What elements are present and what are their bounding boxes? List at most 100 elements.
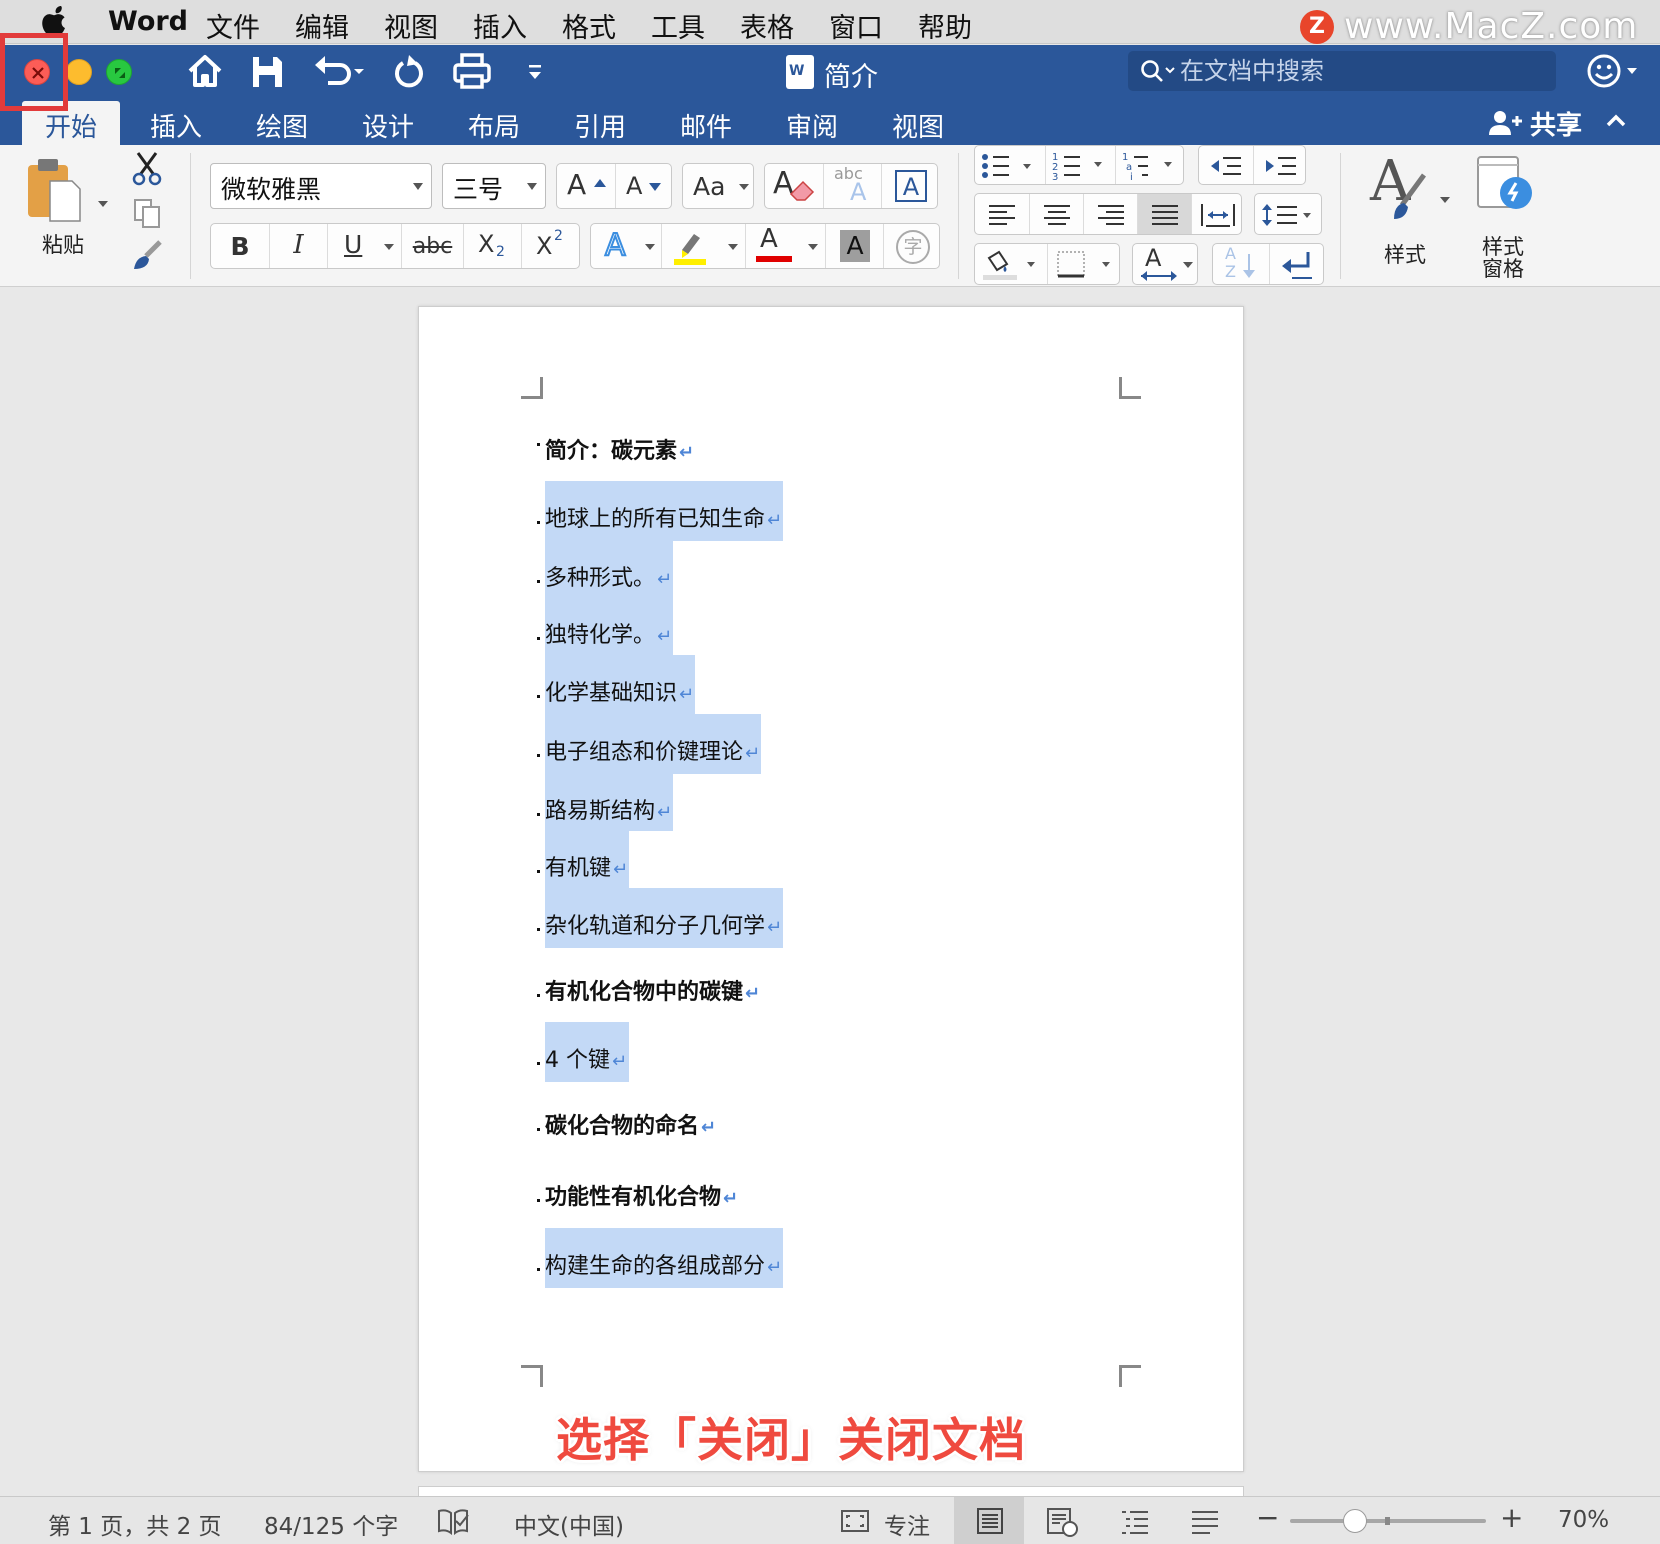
zoom-out-button[interactable]: − [1256,1501,1279,1534]
print-layout-view-button[interactable] [954,1497,1024,1544]
page-info[interactable]: 第 1 页，共 2 页 [48,1507,222,1541]
list-paragraph[interactable]: 化学基础知识 ↵ [537,675,694,707]
subscript-button[interactable]: X 2 [463,224,521,268]
multilevel-list-button[interactable]: 1ai [1115,146,1185,184]
list-paragraph[interactable]: 4 个键 ↵ [537,1042,627,1074]
tab-layout[interactable]: 布局 [468,107,520,144]
grow-font-button[interactable]: A [557,164,615,208]
align-center-button[interactable] [1029,194,1083,234]
language[interactable]: 中文(中国) [514,1507,624,1541]
share-button[interactable]: 共享 [1488,101,1588,145]
cut-button[interactable] [130,151,166,187]
menu-help[interactable]: 帮助 [918,6,972,45]
menu-tools[interactable]: 工具 [651,6,705,45]
font-name-select[interactable]: 微软雅黑 [210,163,432,209]
zoom-in-button[interactable]: + [1500,1501,1523,1534]
increase-indent-button[interactable] [1253,146,1307,184]
tab-insert[interactable]: 插入 [150,107,202,144]
borders-button[interactable] [1047,244,1121,284]
menu-view[interactable]: 视图 [384,6,438,45]
line-spacing-button[interactable] [1254,193,1322,235]
tab-mailings[interactable]: 邮件 [680,107,732,144]
phonetic-guide-button[interactable]: abc A [823,164,881,208]
fullscreen-window-button[interactable] [106,59,132,85]
outline-view-icon[interactable] [1120,1509,1150,1535]
zoom-slider-knob[interactable] [1342,1509,1367,1533]
font-size-select[interactable]: 三号 [442,163,546,209]
heading-paragraph[interactable]: 简介：碳元素 ↵ [537,433,694,465]
tab-view[interactable]: 视图 [892,107,944,144]
web-layout-icon[interactable] [1046,1507,1080,1537]
character-shading-button[interactable]: A [825,224,883,268]
menu-app-name[interactable]: Word [108,6,188,37]
draft-view-icon[interactable] [1190,1509,1220,1535]
document-page[interactable]: 简介：碳元素 ↵ 地球上的所有已知生命 ↵ 多种形式。 ↵ 独特化学。 ↵ 化学基础知识 ↵ 电子组… [418,306,1244,1472]
menu-window[interactable]: 窗口 [829,6,883,45]
bullets-button[interactable] [975,146,1045,184]
change-case-button[interactable]: Aa [682,163,754,209]
menu-file[interactable]: 文件 [206,6,260,45]
styles-pane-button[interactable]: 样式 窗格 [1462,153,1562,283]
list-paragraph[interactable]: 独特化学。 ↵ [537,617,672,649]
font-color-button[interactable]: A [745,224,825,268]
minimize-window-button[interactable] [66,59,92,85]
enclose-characters-button[interactable]: 字 [883,224,941,268]
menu-edit[interactable]: 编辑 [295,6,349,45]
superscript-button[interactable]: X 2 [521,224,581,268]
list-paragraph[interactable]: 有机键 ↵ [537,850,628,882]
list-paragraph[interactable]: 构建生命的各组成部分 ↵ [537,1248,782,1280]
tab-references[interactable]: 引用 [574,107,626,144]
feedback-button[interactable] [1586,53,1646,97]
list-paragraph[interactable]: 地球上的所有已知生命 ↵ [537,501,782,533]
shading-button[interactable] [975,244,1047,284]
list-paragraph[interactable]: 电子组态和价键理论 ↵ [537,734,760,766]
list-paragraph[interactable]: 路易斯结构 ↵ [537,793,672,825]
styles-button[interactable]: A 样式 [1360,149,1456,277]
tab-draw[interactable]: 绘图 [256,107,308,144]
home-button[interactable] [186,51,224,93]
strikethrough-button[interactable]: abc [401,224,463,268]
sort-button[interactable]: A Z [1213,244,1269,284]
decrease-indent-button[interactable] [1199,146,1253,184]
distributed-button[interactable] [1191,194,1243,234]
customize-toolbar-button[interactable] [526,51,544,93]
tab-design[interactable]: 设计 [362,107,414,144]
numbering-button[interactable]: 123 [1045,146,1115,184]
menu-table[interactable]: 表格 [740,6,794,45]
shrink-font-button[interactable]: A [615,164,673,208]
heading-paragraph[interactable]: 功能性有机化合物 ↵ [537,1179,738,1211]
document-area[interactable]: 简介：碳元素 ↵ 地球上的所有已知生命 ↵ 多种形式。 ↵ 独特化学。 ↵ 化学基础知识 ↵ 电子组… [0,288,1660,1506]
clear-formatting-button[interactable]: A [765,164,823,208]
bold-button[interactable]: B [211,224,269,268]
asian-layout-button[interactable]: A [1132,243,1198,285]
redo-button[interactable] [390,51,428,93]
collapse-ribbon-button[interactable] [1604,109,1628,137]
heading-paragraph[interactable]: 有机化合物中的碳键 ↵ [537,974,760,1006]
character-border-button[interactable]: A [881,164,939,208]
list-paragraph[interactable]: 多种形式。 ↵ [537,560,672,592]
align-left-button[interactable] [975,194,1029,234]
search-box[interactable] [1128,51,1556,91]
save-button[interactable] [250,51,284,93]
search-input[interactable] [1180,55,1540,87]
heading-paragraph[interactable]: 碳化合物的命名 ↵ [537,1108,716,1140]
menu-insert[interactable]: 插入 [473,6,527,45]
print-button[interactable] [452,51,492,93]
text-effects-button[interactable]: A [591,224,661,268]
list-paragraph[interactable]: 杂化轨道和分子几何学 ↵ [537,908,782,940]
underline-button[interactable]: U [327,224,401,268]
paste-button[interactable]: 粘贴 [24,157,114,269]
copy-button[interactable] [132,197,166,231]
focus-mode-button[interactable]: 专注 [840,1497,950,1544]
format-painter-button[interactable] [130,239,166,275]
menu-format[interactable]: 格式 [562,6,616,45]
align-right-button[interactable] [1083,194,1137,234]
italic-button[interactable]: I [269,224,327,268]
tab-review[interactable]: 审阅 [786,107,838,144]
zoom-level[interactable]: 70% [1558,1507,1609,1533]
undo-button[interactable] [312,51,370,93]
word-count[interactable]: 84/125 个字 [264,1507,398,1541]
highlight-button[interactable] [661,224,745,268]
show-marks-button[interactable] [1269,244,1325,284]
proofing-book-icon[interactable] [436,1507,470,1535]
